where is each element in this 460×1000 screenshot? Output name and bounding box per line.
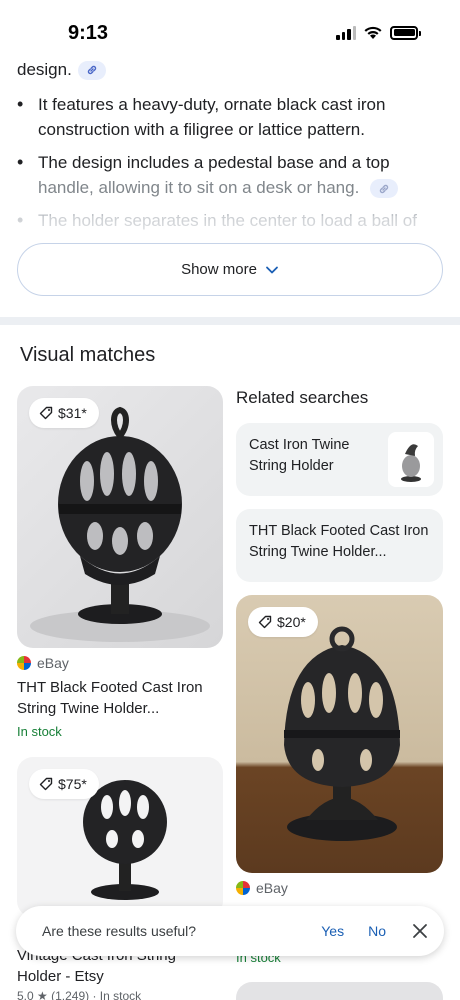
wifi-icon: [364, 26, 382, 39]
price-tag-icon: [39, 777, 53, 791]
feedback-question: Are these results useful?: [42, 923, 197, 939]
product-title-line: Holder - Etsy: [17, 968, 104, 985]
feedback-yes-button[interactable]: Yes: [321, 923, 344, 939]
battery-icon: [390, 25, 421, 40]
product-image-card[interactable]: [236, 982, 443, 1000]
ebay-logo-icon: [17, 656, 31, 670]
product-image-card[interactable]: $31*: [17, 386, 223, 648]
rating-and-stock: 5.0 ★ (1,249) · In stock: [17, 989, 142, 1000]
price-value: $31*: [58, 405, 87, 421]
source-label: eBay: [236, 880, 288, 896]
close-glyph: [413, 924, 427, 938]
price-tag: $20*: [248, 607, 318, 637]
ebay-logo-icon: [236, 881, 250, 895]
feedback-no-button[interactable]: No: [368, 923, 386, 939]
overview-bullet: The design includes a pedestal base and …: [17, 150, 437, 200]
price-tag-icon: [258, 615, 272, 629]
product-title-link[interactable]: THT Black Footed Cast Iron String Twine …: [17, 677, 223, 719]
chevron-down-icon: [266, 266, 278, 273]
source-label: eBay: [17, 655, 69, 671]
source-name: eBay: [256, 880, 288, 896]
show-more-label: Show more: [181, 261, 257, 278]
status-bar: 9:13: [0, 0, 460, 58]
related-searches-title: Related searches: [236, 388, 369, 407]
source-name: eBay: [37, 655, 69, 671]
overview-fragment: design.: [17, 60, 106, 80]
price-value: $75*: [58, 776, 87, 792]
visual-matches-title: Visual matches: [20, 344, 156, 366]
related-search-label: THT Black Footed Cast Iron String Twine …: [249, 523, 429, 560]
feedback-bar: Are these results useful? Yes No: [16, 906, 444, 956]
link-icon: [379, 184, 389, 193]
status-time: 9:13: [68, 22, 109, 44]
product-image-card[interactable]: $20*: [236, 595, 443, 873]
section-divider: [0, 317, 460, 325]
status-icons: [336, 25, 421, 40]
close-icon[interactable]: [410, 921, 430, 941]
product-image-card[interactable]: $75*: [17, 757, 223, 917]
source-link-icon[interactable]: [77, 60, 106, 80]
bullet-text-faded: handle, allowing it to sit on a desk or …: [38, 178, 360, 197]
source-link-icon[interactable]: [370, 179, 399, 199]
rooster-holder-image: [401, 444, 421, 482]
related-search-thumbnail: [388, 432, 434, 487]
related-search-item[interactable]: Cast Iron Twine String Holder: [236, 423, 443, 496]
overview-fragment-text: design.: [17, 60, 72, 79]
cellular-signal-icon: [336, 25, 356, 40]
price-tag-icon: [39, 406, 53, 420]
show-more-button[interactable]: Show more: [17, 243, 443, 296]
price-value: $20*: [277, 614, 306, 630]
overview-bullet: It features a heavy-duty, ornate black c…: [17, 92, 437, 142]
related-search-item[interactable]: THT Black Footed Cast Iron String Twine …: [236, 509, 443, 582]
price-tag: $75*: [29, 769, 99, 799]
related-search-label: Cast Iron Twine String Holder: [249, 437, 350, 474]
stock-status: In stock: [17, 724, 62, 739]
price-tag: $31*: [29, 398, 99, 428]
link-icon: [87, 65, 97, 75]
bullet-text: The design includes a pedestal base and …: [38, 153, 390, 172]
